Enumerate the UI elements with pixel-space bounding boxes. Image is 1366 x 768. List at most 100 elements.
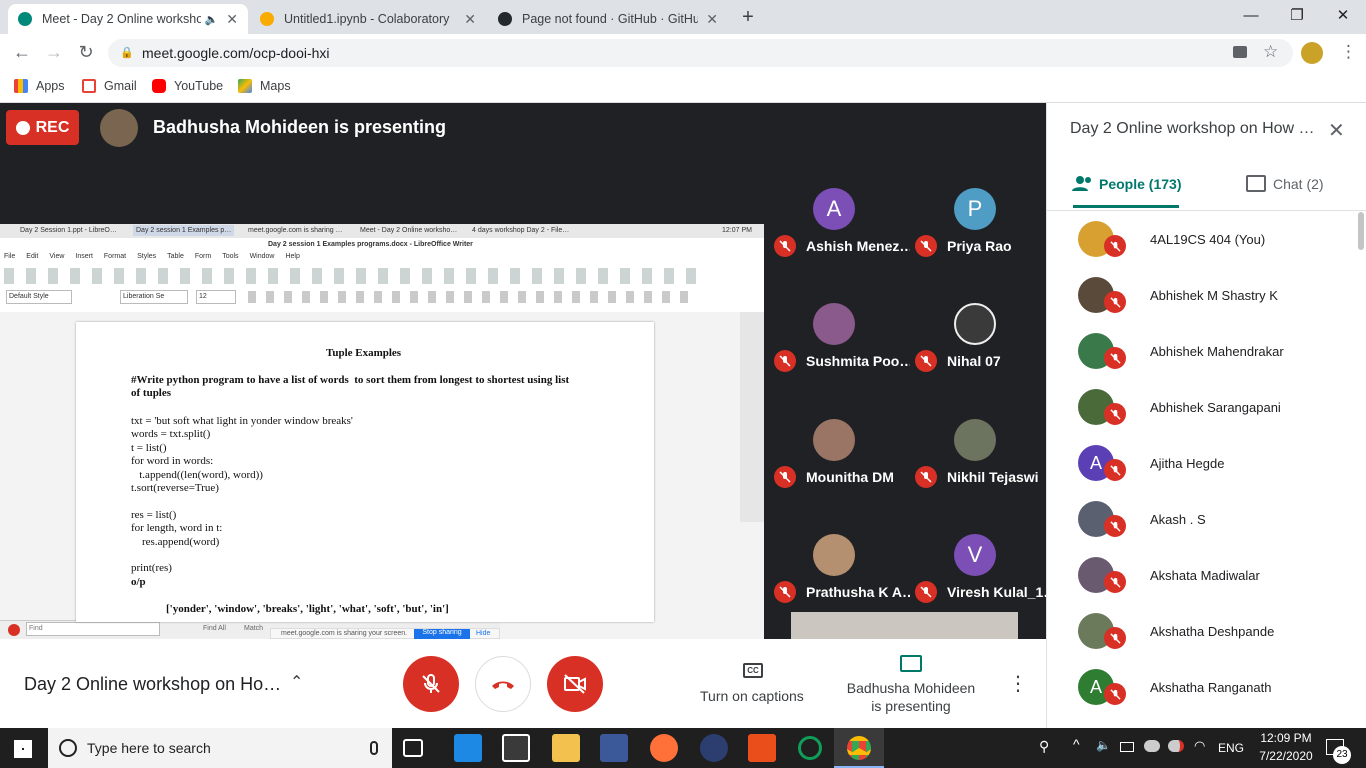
bookmark-gmail[interactable]: Gmail: [82, 76, 137, 96]
person-row[interactable]: Akash . S: [1078, 491, 1338, 547]
presenting-banner: Badhusha Mohideen is presenting: [153, 117, 447, 137]
mic-off-icon: [774, 466, 796, 488]
cloud-error-icon[interactable]: [1168, 740, 1184, 752]
people-tray-icon[interactable]: ⚲: [1039, 738, 1049, 755]
person-row[interactable]: 4AL19CS 404 (You): [1078, 211, 1338, 267]
person-row[interactable]: Abhishek Mahendrakar: [1078, 323, 1338, 379]
tab-github[interactable]: Page not found · GitHub · GitHub ✕: [488, 4, 728, 34]
participant-grid: [764, 151, 1046, 639]
tile-avatar: [954, 419, 996, 461]
camera-toggle-button[interactable]: [547, 656, 603, 712]
doc-output-label: o/p: [131, 576, 146, 588]
writer-title: Day 2 session 1 Examples programs.docx -…: [268, 241, 473, 248]
task-view-icon[interactable]: [403, 739, 423, 757]
self-video-preview: [791, 612, 1018, 639]
meeting-title[interactable]: Day 2 Online workshop on Ho…: [24, 674, 281, 695]
format-toolbar: [248, 291, 688, 303]
presenter-avatar: [100, 109, 138, 147]
os-clock: 12:07 PM: [722, 227, 752, 234]
tile-name: Nihal 07: [947, 353, 1001, 369]
mic-off-icon: [1104, 571, 1126, 593]
chevron-up-icon[interactable]: ⌃: [290, 672, 303, 692]
store-icon[interactable]: [502, 734, 530, 762]
restore-icon[interactable]: ❐: [1274, 0, 1320, 30]
person-row[interactable]: A Akshatha Ranganath: [1078, 659, 1338, 715]
find-all: Find All: [203, 625, 226, 632]
person-row[interactable]: Abhishek M Shastry K: [1078, 267, 1338, 323]
tab-people[interactable]: People (173): [1099, 176, 1181, 192]
camera-blocked-icon[interactable]: [1233, 46, 1247, 58]
bookmark-label: Gmail: [104, 79, 137, 93]
clock-time[interactable]: 12:09 PM: [1256, 731, 1316, 745]
tab-colab[interactable]: Untitled1.ipynb - Colaboratory ✕: [250, 4, 486, 34]
facebook-icon[interactable]: [600, 734, 628, 762]
more-options-icon[interactable]: ⋮: [1008, 671, 1028, 696]
mic-off-icon: [774, 235, 796, 257]
tile-name: Sushmita Poo…: [806, 353, 910, 369]
writer-toolbar: [4, 268, 704, 284]
doc-output: ['yonder', 'window', 'breaks', 'light', …: [166, 603, 449, 615]
menu-item: Table: [167, 253, 184, 260]
bookmark-star-icon[interactable]: ☆: [1263, 42, 1278, 62]
language-indicator[interactable]: ENG: [1218, 741, 1244, 755]
circle-app-icon[interactable]: [798, 736, 822, 760]
leave-call-button[interactable]: [475, 656, 531, 712]
close-window-icon[interactable]: ✕: [1320, 0, 1366, 30]
person-row[interactable]: Akshata Madiwalar: [1078, 547, 1338, 603]
bookmark-youtube[interactable]: YouTube: [152, 76, 223, 96]
person-name: Akash . S: [1150, 511, 1206, 527]
profile-avatar[interactable]: [1301, 42, 1323, 64]
new-tab-icon[interactable]: +: [736, 6, 760, 30]
presenting-label[interactable]: Badhusha Mohideen is presenting: [846, 679, 976, 715]
menu-item: Form: [194, 253, 212, 260]
eclipse-icon[interactable]: [700, 734, 728, 762]
lock-icon[interactable]: 🔒: [120, 46, 134, 59]
tab-meet[interactable]: Meet - Day 2 Online worksho 🔈 ✕: [8, 4, 248, 34]
mic-off-icon: [1104, 683, 1126, 705]
tile-name: Mounitha DM: [806, 469, 894, 485]
close-tab-icon[interactable]: ✕: [464, 11, 476, 28]
firefox-icon[interactable]: [650, 734, 678, 762]
panel-scrollbar[interactable]: [1358, 212, 1364, 250]
mic-off-icon: [1104, 347, 1126, 369]
recording-badge: REC: [6, 110, 79, 145]
person-row[interactable]: A Ajitha Hegde: [1078, 435, 1338, 491]
minimize-icon[interactable]: —: [1228, 0, 1274, 30]
reload-icon[interactable]: ↻: [70, 34, 102, 70]
mic-off-icon: [422, 674, 440, 693]
clock-date[interactable]: 7/22/2020: [1256, 749, 1316, 763]
bookmark-maps[interactable]: Maps: [238, 76, 291, 96]
volume-icon[interactable]: 🔈: [1096, 738, 1111, 752]
back-icon[interactable]: ←: [6, 34, 38, 70]
close-panel-icon[interactable]: ✕: [1328, 118, 1345, 143]
tile-avatar: [954, 303, 996, 345]
battery-icon[interactable]: [1120, 742, 1134, 752]
captions-label[interactable]: Turn on captions: [700, 688, 804, 704]
bookmark-apps[interactable]: Apps: [14, 76, 65, 96]
person-row[interactable]: Akshatha Deshpande: [1078, 603, 1338, 659]
mic-toggle-button[interactable]: [403, 656, 459, 712]
hang-up-icon: [492, 681, 514, 689]
mail-icon[interactable]: [454, 734, 482, 762]
url-text[interactable]: meet.google.com/ocp-dooi-hxi: [142, 45, 330, 61]
present-screen-icon[interactable]: [900, 655, 922, 672]
bookmark-label: YouTube: [174, 79, 224, 93]
chat-icon: [1246, 175, 1266, 192]
cloud-icon[interactable]: [1144, 740, 1160, 752]
captions-icon[interactable]: CC: [743, 663, 763, 678]
tray-chevron-icon[interactable]: ^: [1073, 736, 1080, 752]
taskbar-search[interactable]: Type here to search: [48, 728, 392, 768]
person-row[interactable]: Abhishek Sarangapani: [1078, 379, 1338, 435]
windows-start-icon[interactable]: [14, 740, 32, 758]
menu-dots-icon[interactable]: ⋮: [1340, 42, 1357, 62]
size-box: 12: [196, 290, 236, 304]
file-explorer-icon[interactable]: [552, 734, 580, 762]
tile-avatar: [813, 419, 855, 461]
app-icon[interactable]: [748, 734, 776, 762]
tab-chat[interactable]: Chat (2): [1273, 176, 1324, 192]
close-tab-icon[interactable]: ✕: [226, 11, 238, 28]
forward-icon[interactable]: →: [38, 34, 70, 70]
wifi-icon[interactable]: ◠: [1194, 738, 1205, 754]
tile-avatar: [813, 534, 855, 576]
close-tab-icon[interactable]: ✕: [706, 11, 718, 28]
